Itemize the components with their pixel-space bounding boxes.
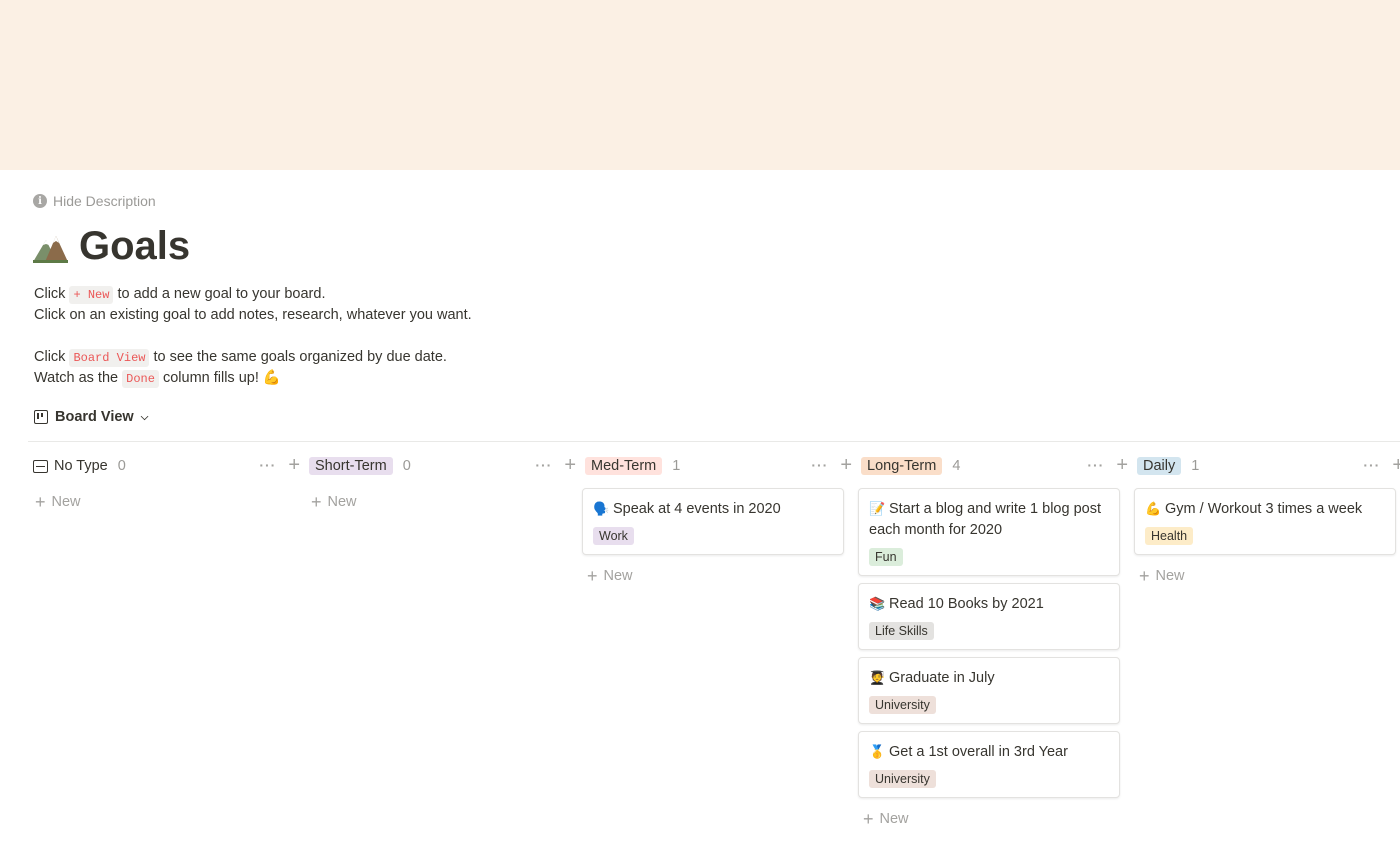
add-icon[interactable]: +	[1392, 455, 1400, 475]
goal-card[interactable]: 📝 Start a blog and write 1 blog post each…	[858, 488, 1120, 576]
goal-card[interactable]: 📚 Read 10 Books by 2021 Life Skills	[858, 583, 1120, 650]
card-title: Start a blog and write 1 blog post each …	[869, 501, 1101, 538]
page-cover	[0, 0, 1400, 170]
column-long-term: Long-Term 4 ··· + 📝 Start a blog and writ…	[858, 452, 1134, 833]
column-header[interactable]: Long-Term 4 ··· +	[858, 452, 1134, 480]
tag-badge: Life Skills	[869, 622, 934, 640]
column-no-type: No Type 0 ··· + + New	[30, 452, 306, 833]
plus-icon: +	[311, 491, 322, 512]
tag-badge: University	[869, 696, 936, 714]
more-options-icon[interactable]: ···	[811, 457, 828, 473]
card-title: Get a 1st overall in 3rd Year	[889, 744, 1068, 760]
column-cards: + New	[30, 488, 306, 516]
more-options-icon[interactable]: ···	[1087, 457, 1104, 473]
inline-code: + New	[69, 286, 114, 304]
column-label: Med-Term	[585, 457, 663, 475]
column-cards: 📝 Start a blog and write 1 blog post each…	[858, 488, 1134, 833]
plus-icon: +	[863, 808, 874, 829]
description-line: Click Board View to see the same goals o…	[34, 349, 447, 367]
column-med-term: Med-Term 1 ··· + 🗣️ Speak at 4 events in …	[582, 452, 858, 833]
tag-badge: University	[869, 770, 936, 788]
new-card-button[interactable]: + New	[582, 562, 852, 590]
description-line: Click on an existing goal to add notes, …	[34, 307, 472, 323]
new-card-button[interactable]: + New	[306, 488, 576, 516]
column-count: 4	[952, 458, 961, 474]
card-title: Speak at 4 events in 2020	[613, 501, 781, 517]
page-description: Click + New to add a new goal to your bo…	[34, 284, 472, 389]
column-header[interactable]: Short-Term 0 ··· +	[306, 452, 582, 480]
more-options-icon[interactable]: ···	[259, 457, 276, 473]
column-count: 1	[672, 458, 681, 474]
hide-description-button[interactable]: i Hide Description	[33, 193, 156, 209]
view-tab-label: Board View	[55, 409, 134, 425]
board-view-tab[interactable]: Board View ⌵	[34, 409, 148, 425]
chevron-down-icon: ⌵	[140, 411, 149, 423]
description-line: Watch as the Done column fills up! 💪	[34, 370, 281, 388]
column-cards: + New	[306, 488, 582, 516]
graduate-icon: 🧑‍🎓	[869, 670, 886, 685]
more-options-icon[interactable]: ···	[1363, 457, 1380, 473]
flexed-biceps-icon: 💪	[1145, 501, 1162, 516]
goal-card[interactable]: 🗣️ Speak at 4 events in 2020 Work	[582, 488, 844, 555]
tag-badge: Health	[1145, 527, 1194, 545]
memo-icon: 📝	[869, 501, 886, 516]
board-icon	[34, 410, 48, 424]
add-icon[interactable]: +	[1116, 455, 1128, 475]
goal-card[interactable]: 🧑‍🎓 Graduate in July University	[858, 657, 1120, 724]
add-icon[interactable]: +	[564, 455, 576, 475]
inbox-icon	[33, 459, 48, 473]
column-cards: 💪 Gym / Workout 3 times a week Health + N…	[1134, 488, 1400, 590]
column-header[interactable]: Med-Term 1 ··· +	[582, 452, 858, 480]
plus-icon: +	[587, 565, 598, 586]
card-title: Gym / Workout 3 times a week	[1165, 501, 1363, 517]
column-label: No Type	[54, 458, 108, 474]
description-line: Click + New to add a new goal to your bo…	[34, 286, 326, 304]
new-card-button[interactable]: + New	[30, 488, 300, 516]
tag-badge: Fun	[869, 548, 903, 566]
add-icon[interactable]: +	[840, 455, 852, 475]
page-title[interactable]: Goals	[79, 222, 190, 270]
plus-icon: +	[1139, 565, 1150, 586]
tag-badge: Work	[593, 527, 634, 545]
add-icon[interactable]: +	[288, 455, 300, 475]
kanban-board: No Type 0 ··· + + New Short-Term 0 ··· +	[30, 452, 1400, 833]
column-count: 0	[117, 458, 126, 474]
plus-icon: +	[35, 491, 46, 512]
goal-card[interactable]: 🥇 Get a 1st overall in 3rd Year Universit…	[858, 731, 1120, 798]
card-title: Graduate in July	[889, 670, 995, 686]
more-options-icon[interactable]: ···	[535, 457, 552, 473]
column-label: Short-Term	[309, 457, 393, 475]
inline-code: Board View	[69, 349, 150, 367]
hide-description-label: Hide Description	[53, 193, 156, 209]
column-header[interactable]: No Type 0 ··· +	[30, 452, 306, 480]
column-daily: Daily 1 ··· + 💪 Gym / Workout 3 times a w…	[1134, 452, 1400, 833]
new-card-button[interactable]: + New	[858, 805, 1128, 833]
medal-icon: 🥇	[869, 744, 886, 759]
speaking-head-icon: 🗣️	[593, 501, 610, 516]
column-count: 0	[402, 458, 411, 474]
column-count: 1	[1191, 458, 1200, 474]
column-cards: 🗣️ Speak at 4 events in 2020 Work + New	[582, 488, 858, 590]
column-header[interactable]: Daily 1 ··· +	[1134, 452, 1400, 480]
page-header: Goals	[31, 222, 190, 270]
divider	[28, 441, 1400, 442]
inline-code: Done	[122, 370, 159, 388]
mountain-icon[interactable]	[31, 226, 69, 266]
goal-card[interactable]: 💪 Gym / Workout 3 times a week Health	[1134, 488, 1396, 555]
new-card-button[interactable]: + New	[1134, 562, 1400, 590]
books-icon: 📚	[869, 596, 886, 611]
column-label: Long-Term	[861, 457, 943, 475]
column-label: Daily	[1137, 457, 1182, 475]
info-icon: i	[33, 194, 47, 208]
column-short-term: Short-Term 0 ··· + + New	[306, 452, 582, 833]
card-title: Read 10 Books by 2021	[889, 596, 1044, 612]
